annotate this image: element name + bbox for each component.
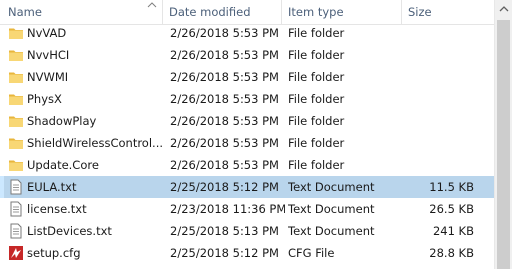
file-row[interactable]: NVWMI 2/26/2018 5:53 PM File folder <box>0 66 494 88</box>
file-item-type: Text Document <box>288 202 375 216</box>
file-name: ShieldWirelessControl... <box>27 136 162 150</box>
text-file-icon <box>8 201 24 217</box>
file-name: license.txt <box>27 202 87 216</box>
file-row[interactable]: PhysX 2/26/2018 5:53 PM File folder <box>0 88 494 110</box>
file-date-modified: 2/25/2018 5:13 PM <box>170 224 279 238</box>
file-date-modified: 2/26/2018 5:53 PM <box>170 70 279 84</box>
file-name: Update.Core <box>27 158 99 172</box>
text-file-icon <box>8 179 24 195</box>
file-date-modified: 2/26/2018 5:53 PM <box>170 26 279 40</box>
file-row[interactable]: ShieldWirelessControl... 2/26/2018 5:53 P… <box>0 132 494 154</box>
file-item-type: CFG File <box>288 246 335 260</box>
file-item-type: File folder <box>288 48 345 62</box>
file-date-modified: 2/26/2018 5:53 PM <box>170 92 279 106</box>
column-header-size-label: Size <box>408 5 432 19</box>
file-list: NvVAD 2/26/2018 5:53 PM File folder NvvHCI 2… <box>0 22 494 264</box>
folder-icon <box>8 47 24 63</box>
file-row[interactable]: setup.cfg 2/25/2018 5:12 PM CFG File 28.8 K… <box>0 242 494 264</box>
column-header-name-label: Name <box>8 5 42 19</box>
file-item-type: File folder <box>288 136 345 150</box>
column-header-type[interactable]: Item type <box>281 0 404 24</box>
file-name: ShadowPlay <box>27 114 97 128</box>
file-size <box>400 154 474 176</box>
column-header-name[interactable]: Name <box>8 0 138 24</box>
folder-icon <box>8 69 24 85</box>
file-row[interactable]: license.txt 2/23/2018 11:36 PM Text Docume… <box>0 198 494 220</box>
text-file-icon <box>8 223 24 239</box>
file-size: 11.5 KB <box>429 180 474 194</box>
file-row[interactable]: Update.Core 2/26/2018 5:53 PM File folder <box>0 154 494 176</box>
column-header-type-label: Item type <box>288 5 344 19</box>
file-row[interactable]: NvVAD 2/26/2018 5:53 PM File folder <box>0 22 494 44</box>
folder-icon <box>8 25 24 41</box>
file-size: 28.8 KB <box>429 246 474 260</box>
folder-icon <box>8 113 24 129</box>
column-header-date-label: Date modified <box>169 5 251 19</box>
file-item-type: File folder <box>288 92 345 106</box>
file-row[interactable]: EULA.txt 2/25/2018 5:12 PM Text Document 11… <box>0 176 494 198</box>
file-size <box>400 66 474 88</box>
file-date-modified: 2/26/2018 5:53 PM <box>170 114 279 128</box>
folder-icon <box>8 135 24 151</box>
file-name: EULA.txt <box>27 180 77 194</box>
file-size <box>400 132 474 154</box>
file-name: NVWMI <box>27 70 69 84</box>
file-date-modified: 2/26/2018 5:53 PM <box>170 136 279 150</box>
file-name: NvvHCI <box>27 48 70 62</box>
file-date-modified: 2/23/2018 11:36 PM <box>170 202 285 216</box>
cfg-file-icon <box>8 245 24 261</box>
column-header-date[interactable]: Date modified <box>162 0 285 24</box>
column-header-size[interactable]: Size <box>401 0 500 24</box>
file-row[interactable]: ListDevices.txt 2/25/2018 5:13 PM Text Doc… <box>0 220 494 242</box>
file-date-modified: 2/26/2018 5:53 PM <box>170 158 279 172</box>
file-size: 26.5 KB <box>429 202 474 216</box>
file-row[interactable]: NvvHCI 2/26/2018 5:53 PM File folder <box>0 44 494 66</box>
file-name: NvVAD <box>27 26 67 40</box>
folder-icon <box>8 91 24 107</box>
file-date-modified: 2/25/2018 5:12 PM <box>170 246 279 260</box>
sort-ascending-icon <box>147 2 157 8</box>
file-size <box>400 110 474 132</box>
file-item-type: File folder <box>288 114 345 128</box>
file-row[interactable]: ShadowPlay 2/26/2018 5:53 PM File folder <box>0 110 494 132</box>
file-item-type: Text Document <box>288 180 375 194</box>
file-item-type: File folder <box>288 26 345 40</box>
file-date-modified: 2/25/2018 5:12 PM <box>170 180 279 194</box>
file-item-type: File folder <box>288 158 345 172</box>
file-name: setup.cfg <box>27 246 81 260</box>
file-date-modified: 2/26/2018 5:53 PM <box>170 48 279 62</box>
folder-icon <box>8 157 24 173</box>
file-item-type: File folder <box>288 70 345 84</box>
scrollbar-thumb[interactable] <box>497 20 510 269</box>
file-item-type: Text Document <box>288 224 375 238</box>
file-name: PhysX <box>27 92 62 106</box>
scroll-up-arrow-icon[interactable] <box>495 0 512 18</box>
file-size <box>400 88 474 110</box>
file-size <box>400 44 474 66</box>
file-size <box>400 22 474 44</box>
vertical-scrollbar[interactable] <box>494 0 512 269</box>
file-name: ListDevices.txt <box>27 224 112 238</box>
file-size: 241 KB <box>432 224 474 238</box>
